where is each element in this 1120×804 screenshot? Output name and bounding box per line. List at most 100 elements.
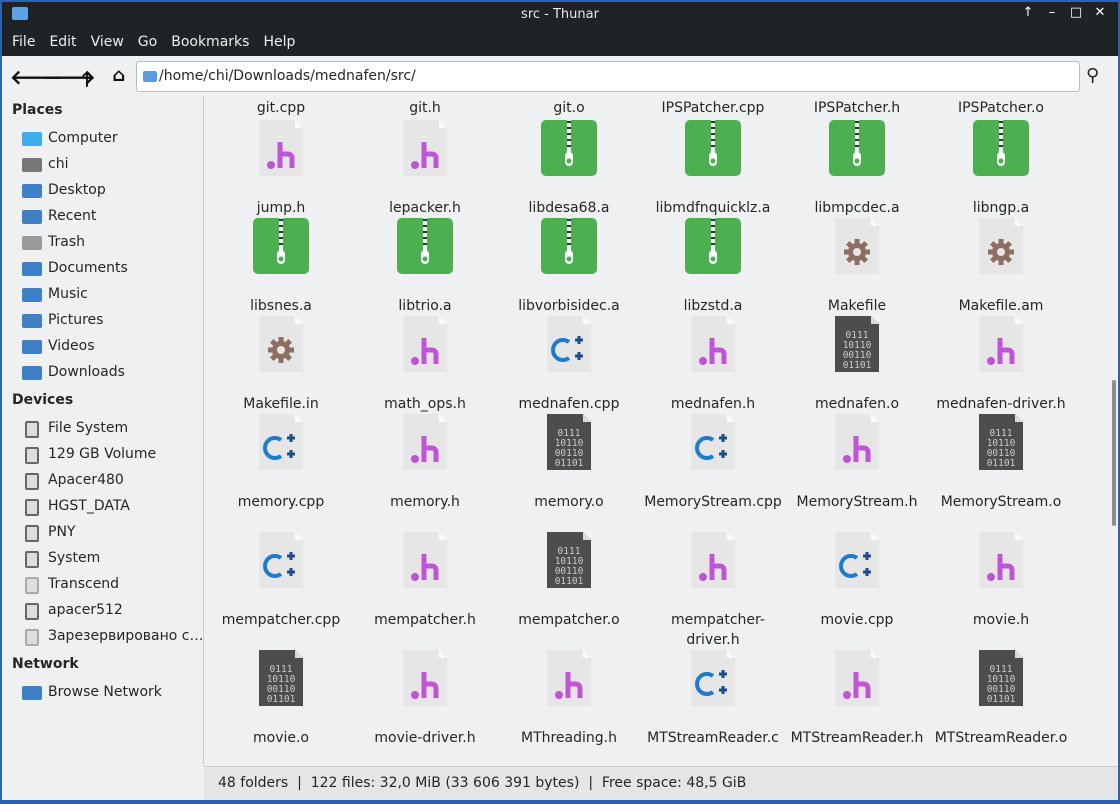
sidebar-item-129-gb-volume[interactable]: 129 GB Volume	[20, 444, 204, 468]
sidebar-item-label: Downloads	[48, 364, 125, 380]
file-name: Makefile.am	[958, 298, 1044, 314]
folder-icon	[22, 366, 42, 380]
location-path[interactable]: /home/chi/Downloads/mednafen/src/	[159, 68, 416, 84]
file-name: MThreading.h	[520, 730, 617, 746]
sidebar-item-music[interactable]: Music	[20, 284, 204, 308]
scrollbar-thumb[interactable]	[1112, 380, 1116, 526]
header-file-icon	[685, 316, 741, 372]
sidebar-item-transcend[interactable]: Transcend	[20, 574, 204, 598]
file-name: git.h	[409, 100, 441, 116]
menu-edit[interactable]: Edit	[42, 28, 83, 50]
drive-icon	[25, 473, 39, 490]
sidebar-item-chi[interactable]: chi	[20, 154, 204, 178]
location-bar[interactable]: /home/chi/Downloads/mednafen/src/	[136, 61, 1080, 92]
menu-go[interactable]: Go	[131, 28, 164, 50]
drive-icon	[25, 525, 39, 542]
forward-button[interactable]: 🡒	[42, 65, 96, 89]
makefile-icon	[973, 218, 1029, 274]
file-name: libtrio.a	[398, 298, 452, 314]
file-name: MemoryStream.cpp	[644, 494, 782, 510]
header-file-icon	[973, 532, 1029, 588]
file-name: libsnes.a	[250, 298, 312, 314]
svg-text:01101: 01101	[555, 576, 584, 587]
drive-icon	[25, 551, 39, 568]
file-name: MTStreamReader.c	[647, 730, 779, 746]
menu-view[interactable]: View	[84, 28, 131, 50]
sidebar-item-trash[interactable]: Trash	[20, 232, 204, 256]
archive-icon	[829, 120, 885, 176]
header-file-icon	[397, 650, 453, 706]
file-name: memory.cpp	[237, 494, 325, 510]
up-button[interactable]: 🡑	[74, 65, 100, 99]
header-file-icon	[253, 120, 309, 176]
header-file-icon	[397, 316, 453, 372]
sidebar-item--[interactable]: Зарезервировано системой	[20, 626, 204, 650]
file-name: mempatcher.o	[518, 612, 620, 628]
sidebar-item-downloads[interactable]: Downloads	[20, 362, 204, 386]
back-button[interactable]: 🡐	[10, 65, 64, 89]
file-name: libmdfnquicklz.a	[655, 200, 771, 216]
file-name: memory.h	[390, 494, 460, 510]
archive-icon	[685, 120, 741, 176]
menu-bookmarks[interactable]: Bookmarks	[164, 28, 256, 50]
status-bar: 48 folders | 122 files: 32,0 MiB (33 606…	[204, 766, 1118, 800]
sidebar-item-label: Browse Network	[48, 684, 162, 700]
file-name: mednafen.h	[670, 396, 756, 412]
sidebar-item-hgst-data[interactable]: HGST_DATA	[20, 496, 204, 520]
home-button[interactable]: ⌂	[106, 65, 132, 86]
scrollbar[interactable]	[1110, 96, 1118, 766]
folder-icon	[22, 340, 42, 354]
search-button[interactable]: ⚲	[1086, 65, 1099, 86]
file-name: jump.h	[256, 200, 306, 216]
archive-icon	[973, 120, 1029, 176]
sidebar-item-pny[interactable]: PNY	[20, 522, 204, 546]
keep-above-button[interactable]: ↑	[1018, 5, 1038, 20]
drive-icon	[25, 603, 39, 620]
file-name: MTStreamReader.o	[934, 730, 1068, 746]
object-file-icon: 0111 10110 00110 01101	[541, 414, 597, 470]
menu-help[interactable]: Help	[256, 28, 302, 50]
file-icon-view: git.cpp git.h 0111101100011001101 git.o IPSP…	[204, 96, 1110, 766]
file-name: movie.cpp	[820, 612, 894, 628]
sidebar-item-label: Videos	[48, 338, 95, 354]
title-bar: src - Thunar ↑ – □ ✕	[2, 2, 1118, 28]
file-name: memory.o	[534, 494, 604, 510]
close-button[interactable]: ✕	[1090, 5, 1110, 20]
drive-unmounted-icon	[25, 577, 39, 594]
svg-text:01101: 01101	[555, 458, 584, 469]
sidebar-item-browse-network[interactable]: Browse Network	[20, 682, 204, 706]
drive-unmounted-icon	[25, 629, 39, 646]
sidebar-item-videos[interactable]: Videos	[20, 336, 204, 360]
svg-text:01101: 01101	[987, 458, 1016, 469]
network-heading: Network	[12, 656, 79, 672]
home-icon	[22, 158, 42, 172]
file-name: IPSPatcher.h	[813, 100, 901, 116]
minimize-button[interactable]: –	[1042, 5, 1062, 20]
sidebar-item-label: chi	[48, 156, 69, 172]
object-file-icon: 0111 10110 00110 01101	[973, 414, 1029, 470]
sidebar-item-apacer480[interactable]: Apacer480	[20, 470, 204, 494]
sidebar-item-file-system[interactable]: File System	[20, 418, 204, 442]
sidebar-item-label: Transcend	[48, 576, 120, 592]
sidebar-item-documents[interactable]: Documents	[20, 258, 204, 282]
folder-icon	[22, 288, 42, 302]
maximize-button[interactable]: □	[1066, 5, 1086, 20]
cpp-file-icon	[685, 650, 741, 706]
sidebar-item-system[interactable]: System	[20, 548, 204, 572]
sidebar-item-pictures[interactable]: Pictures	[20, 310, 204, 334]
sidebar-item-recent[interactable]: Recent	[20, 206, 204, 230]
thunar-window: src - Thunar ↑ – □ ✕ File Edit View Go Bookm…	[2, 2, 1118, 800]
file-name: lepacker.h	[389, 200, 461, 216]
sidebar-item-desktop[interactable]: Desktop	[20, 180, 204, 204]
menu-file[interactable]: File	[5, 28, 42, 50]
file-name: Makefile.in	[243, 396, 319, 412]
header-file-icon	[397, 414, 453, 470]
drive-icon	[25, 499, 39, 516]
header-file-icon	[829, 650, 885, 706]
sidebar-item-apacer512[interactable]: apacer512	[20, 600, 204, 624]
archive-icon	[397, 218, 453, 274]
cpp-file-icon	[253, 532, 309, 588]
svg-text:01101: 01101	[267, 694, 296, 705]
folder-icon	[22, 210, 42, 224]
sidebar-item-computer[interactable]: Computer	[20, 128, 204, 152]
